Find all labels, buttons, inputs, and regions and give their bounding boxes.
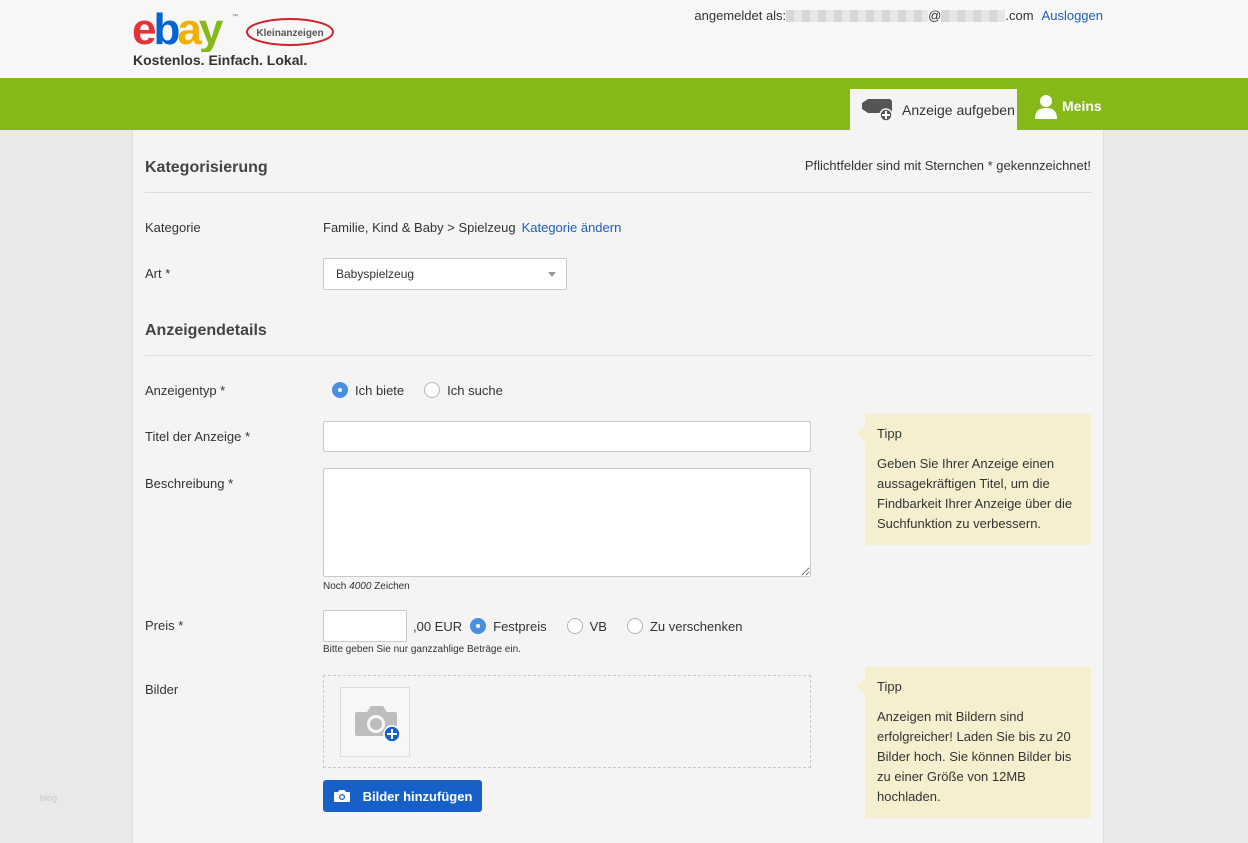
title-label: Titel der Anzeige *	[145, 429, 251, 444]
radio-unselected-icon[interactable]	[566, 618, 583, 634]
redacted-domain	[941, 9, 1006, 22]
side-note: blog	[40, 793, 58, 803]
type-select-value: Babyspielzeug	[336, 267, 415, 281]
logged-in-label: angemeldet als:	[694, 8, 787, 23]
tip-images-box: Tipp Anzeigen mit Bildern sind erfolgrei…	[857, 667, 1091, 818]
radio-unselected-icon[interactable]	[424, 382, 441, 398]
image-placeholder[interactable]	[340, 687, 410, 757]
divider	[145, 355, 1092, 356]
price-negotiable-label: VB	[589, 618, 607, 634]
adtype-search-label: Ich suche	[447, 382, 503, 398]
tip-title-box: Tipp Geben Sie Ihrer Anzeige einen aussa…	[857, 414, 1091, 545]
price-type-group: ,00 EUR Festpreis VB Zu verschenken	[413, 618, 762, 634]
post-ad-label: Anzeige aufgeben	[902, 101, 1015, 118]
ebay-kleinanzeigen-logo[interactable]: ebay ™ Kleinanzeigen	[132, 5, 342, 54]
description-textarea[interactable]	[323, 468, 811, 577]
camera-add-icon	[355, 706, 401, 743]
category-value-row: Familie, Kind & Baby > Spielzeug Kategori…	[323, 220, 621, 235]
tip-text: Geben Sie Ihrer Anzeige einen aussagekrä…	[877, 456, 1073, 531]
section-details-title: Anzeigendetails	[145, 322, 267, 339]
adtype-search-option[interactable]: Ich suche	[424, 382, 503, 398]
chevron-down-icon	[548, 272, 556, 277]
my-account-label: Meins	[1062, 98, 1102, 114]
change-category-link[interactable]: Kategorie ändern	[522, 220, 622, 235]
adtype-label: Anzeigentyp *	[145, 383, 226, 398]
adtype-offer-option[interactable]: Ich biete	[332, 382, 404, 398]
user-info: angemeldet als: @ .com Ausloggen	[694, 8, 1103, 23]
tagline: Kostenlos. Einfach. Lokal.	[133, 52, 308, 68]
price-fixed-option[interactable]: Festpreis	[470, 618, 547, 634]
radio-selected-icon[interactable]	[470, 618, 487, 634]
logout-link[interactable]: Ausloggen	[1042, 8, 1103, 23]
tip-heading: Tipp	[877, 679, 902, 694]
price-negotiable-option[interactable]: VB	[566, 618, 607, 634]
chars-left-suffix: Zeichen	[374, 581, 410, 592]
camera-icon	[333, 790, 350, 802]
adtype-radio-group: Ich biete Ich suche	[332, 382, 523, 398]
category-value: Familie, Kind & Baby > Spielzeug	[323, 220, 516, 235]
price-hint: Bitte geben Sie nur ganzzahlige Beträge …	[323, 644, 521, 655]
type-label: Art *	[145, 266, 171, 281]
image-dropzone[interactable]	[323, 675, 811, 768]
price-label: Preis *	[145, 618, 184, 633]
svg-text:ebay: ebay	[132, 8, 224, 52]
post-ad-tab[interactable]: Anzeige aufgeben	[850, 89, 1017, 130]
title-input[interactable]	[323, 421, 811, 452]
price-input[interactable]	[323, 610, 407, 642]
chars-left-prefix: Noch	[323, 581, 347, 592]
add-images-button[interactable]: Bilder hinzufügen	[323, 780, 482, 812]
price-fixed-label: Festpreis	[493, 618, 547, 634]
email-suffix: .com	[1005, 8, 1034, 23]
category-label: Kategorie	[145, 220, 201, 235]
price-currency-suffix: ,00 EUR	[413, 618, 463, 634]
email-at: @	[928, 8, 942, 23]
images-label: Bilder	[145, 682, 179, 697]
add-images-label: Bilder hinzufügen	[362, 788, 473, 804]
svg-text:™: ™	[232, 13, 238, 20]
required-fields-note: Pflichtfelder sind mit Sternchen * geken…	[804, 158, 1091, 173]
adtype-offer-label: Ich biete	[355, 382, 405, 398]
redacted-username	[786, 9, 929, 22]
radio-selected-icon[interactable]	[332, 382, 348, 398]
chars-left-hint: Noch 4000 Zeichen	[323, 581, 410, 592]
type-select[interactable]: Babyspielzeug	[323, 258, 567, 290]
post-ad-form: Kategorisierung Pflichtfelder sind mit S…	[132, 130, 1104, 843]
tip-text: Anzeigen mit Bildern sind erfolgreicher!…	[877, 709, 1072, 804]
chars-left-count: 4000	[349, 581, 372, 592]
divider	[145, 192, 1092, 193]
price-free-option[interactable]: Zu verschenken	[626, 618, 743, 634]
tip-heading: Tipp	[877, 426, 902, 441]
site-header: ebay ™ Kleinanzeigen Kostenlos. Einfach.…	[0, 0, 1248, 78]
price-free-label: Zu verschenken	[649, 618, 743, 634]
price-tag-add-icon	[862, 98, 893, 122]
logo-subtext: Kleinanzeigen	[256, 28, 323, 39]
user-icon	[1035, 95, 1057, 119]
my-account-link[interactable]: Meins	[1034, 92, 1102, 120]
radio-unselected-icon[interactable]	[626, 618, 643, 634]
section-categorization-title: Kategorisierung	[145, 159, 268, 176]
description-label: Beschreibung *	[145, 476, 234, 491]
